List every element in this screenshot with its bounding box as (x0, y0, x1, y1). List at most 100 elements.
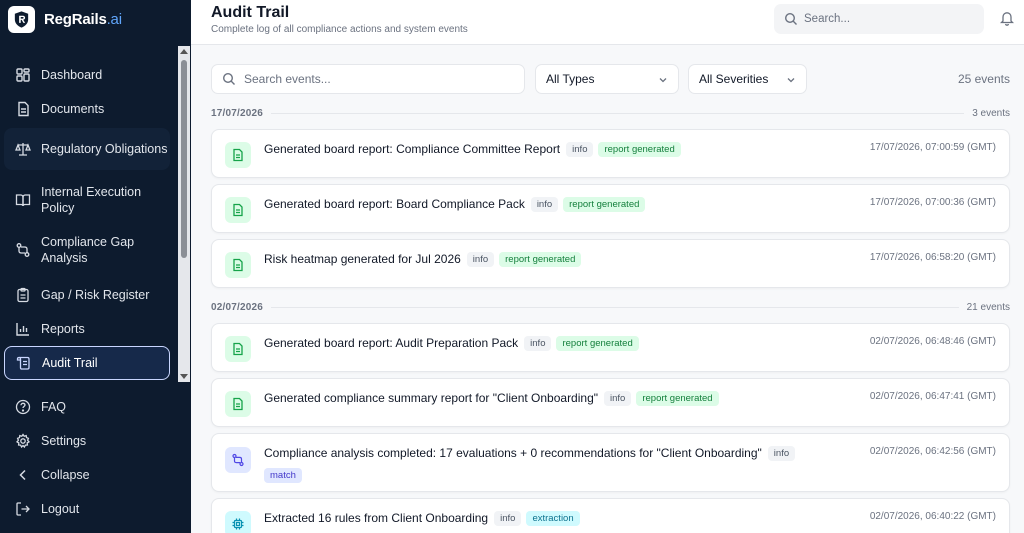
event-type-badge: match (264, 468, 302, 483)
sidebar-item-label: Audit Trail (42, 356, 98, 370)
sidebar-item-regulatory-obligations[interactable]: Regulatory Obligations (4, 128, 170, 170)
file-report-icon (225, 252, 251, 278)
sidebar-item-compliance-gap-analysis[interactable]: Compliance Gap Analysis (4, 232, 170, 268)
sidebar-item-label: Dashboard (41, 68, 103, 82)
event-content: Compliance analysis completed: 17 evalua… (264, 444, 824, 483)
git-compare-icon (225, 447, 251, 473)
cpu-icon (225, 511, 251, 533)
group-divider (271, 306, 959, 308)
event-card[interactable]: Compliance analysis completed: 17 evalua… (211, 433, 1010, 492)
sidebar-item-dashboard[interactable]: Dashboard (4, 64, 170, 86)
page-title: Audit Trail (211, 4, 290, 21)
brand-name-text: RegRails (44, 10, 107, 28)
document-icon (14, 100, 32, 118)
date-group-header: 17/07/2026 3 events (211, 106, 1010, 120)
severity-filter-value: All Severities (699, 72, 769, 86)
event-content: Risk heatmap generated for Jul 2026 info… (264, 250, 824, 268)
brand[interactable]: RegRails.ai (8, 5, 122, 33)
event-type-badge: report generated (563, 196, 646, 212)
event-type-badge: report generated (499, 251, 582, 267)
page-subtitle: Complete log of all compliance actions a… (211, 24, 468, 35)
group-divider (271, 112, 965, 114)
sidebar-item-collapse[interactable]: Collapse (4, 464, 170, 486)
event-content: Generated board report: Audit Preparatio… (264, 334, 824, 352)
severity-badge: info (530, 196, 559, 212)
sidebar-item-label: Regulatory Obligations (41, 142, 168, 156)
sidebar-item-faq[interactable]: FAQ (4, 396, 170, 418)
event-content: Generated board report: Compliance Commi… (264, 140, 824, 158)
sidebar-scrollbar[interactable] (178, 46, 190, 382)
sidebar-item-label: Reports (41, 322, 85, 336)
chevron-down-icon (658, 74, 668, 84)
sidebar-nav: Dashboard Documents Regulatory Obligatio… (0, 46, 191, 382)
event-card[interactable]: Risk heatmap generated for Jul 2026 info… (211, 239, 1010, 288)
sidebar-item-reports[interactable]: Reports (4, 318, 170, 340)
scroll-icon (15, 354, 33, 372)
search-icon (222, 72, 236, 86)
event-card[interactable]: Generated compliance summary report for … (211, 378, 1010, 427)
type-filter-value: All Types (546, 72, 595, 86)
event-title: Generated board report: Compliance Commi… (264, 142, 561, 156)
event-card[interactable]: Generated board report: Compliance Commi… (211, 129, 1010, 178)
book-icon (14, 191, 32, 209)
type-filter-select[interactable]: All Types (535, 64, 679, 94)
sidebar-item-label: Compliance Gap Analysis (41, 235, 135, 265)
events-count: 25 events (957, 72, 1010, 86)
severity-filter-select[interactable]: All Severities (688, 64, 807, 94)
file-report-icon (225, 391, 251, 417)
event-timestamp: 02/07/2026, 06:40:22 (GMT) (869, 511, 996, 522)
event-card[interactable]: Generated board report: Audit Preparatio… (211, 323, 1010, 372)
group-date: 17/07/2026 (211, 107, 264, 119)
sidebar-item-logout[interactable]: Logout (4, 498, 170, 520)
file-report-icon (225, 336, 251, 362)
sidebar-item-documents[interactable]: Documents (4, 98, 170, 120)
group-date: 02/07/2026 (211, 301, 264, 313)
event-content: Generated compliance summary report for … (264, 389, 824, 407)
gear-icon (14, 432, 32, 450)
search-icon (784, 12, 798, 26)
event-card[interactable]: Extracted 16 rules from Client Onboardin… (211, 498, 1010, 533)
event-content: Extracted 16 rules from Client Onboardin… (264, 509, 824, 527)
git-compare-icon (14, 241, 32, 259)
event-title: Risk heatmap generated for Jul 2026 (264, 252, 461, 266)
help-circle-icon (14, 398, 32, 416)
event-type-badge: report generated (598, 141, 681, 157)
global-search-placeholder: Search... (804, 13, 851, 25)
event-timestamp: 02/07/2026, 06:42:56 (GMT) (869, 446, 996, 457)
severity-badge: info (524, 335, 552, 351)
event-type-badge: report generated (636, 390, 719, 406)
events-search-input[interactable]: Search events... (211, 64, 525, 94)
sidebar-item-audit-trail[interactable]: Audit Trail (4, 346, 170, 380)
regrails-logo-icon (8, 5, 35, 33)
bell-icon[interactable] (999, 10, 1015, 26)
sidebar-item-label: Logout (41, 502, 80, 516)
scrollbar-thumb[interactable] (181, 60, 187, 258)
chevron-down-icon (786, 74, 796, 84)
badge-row: match (264, 465, 824, 483)
scroll-up-icon[interactable] (180, 49, 188, 54)
sidebar-item-label: Settings (41, 434, 87, 448)
severity-badge: info (466, 251, 495, 267)
group-count: 3 events (972, 107, 1010, 119)
severity-badge: info (604, 390, 632, 406)
events-search-placeholder: Search events... (244, 72, 331, 86)
chevron-left-icon (14, 466, 32, 484)
sidebar-item-internal-execution-policy[interactable]: Internal Execution Policy (4, 182, 170, 218)
clipboard-icon (14, 286, 32, 304)
event-timestamp: 02/07/2026, 06:48:46 (GMT) (869, 336, 996, 347)
date-group-header: 02/07/2026 21 events (211, 300, 1010, 314)
file-report-icon (225, 197, 251, 223)
severity-badge: info (767, 445, 796, 461)
event-title: Generated board report: Audit Preparatio… (264, 336, 519, 350)
global-search-input[interactable]: Search... (774, 4, 984, 34)
scroll-down-icon[interactable] (180, 374, 188, 379)
sidebar-item-settings[interactable]: Settings (4, 430, 170, 452)
event-title: Extracted 16 rules from Client Onboardin… (264, 511, 489, 525)
event-title: Generated board report: Board Compliance… (264, 197, 525, 211)
event-title: Generated compliance summary report for … (264, 391, 599, 405)
brand-suffix: .ai (106, 10, 122, 28)
sidebar-item-label: Documents (41, 102, 105, 116)
sidebar-item-gap-risk-register[interactable]: Gap / Risk Register (4, 284, 170, 306)
event-card[interactable]: Generated board report: Board Compliance… (211, 184, 1010, 233)
event-timestamp: 17/07/2026, 06:58:20 (GMT) (869, 252, 996, 263)
